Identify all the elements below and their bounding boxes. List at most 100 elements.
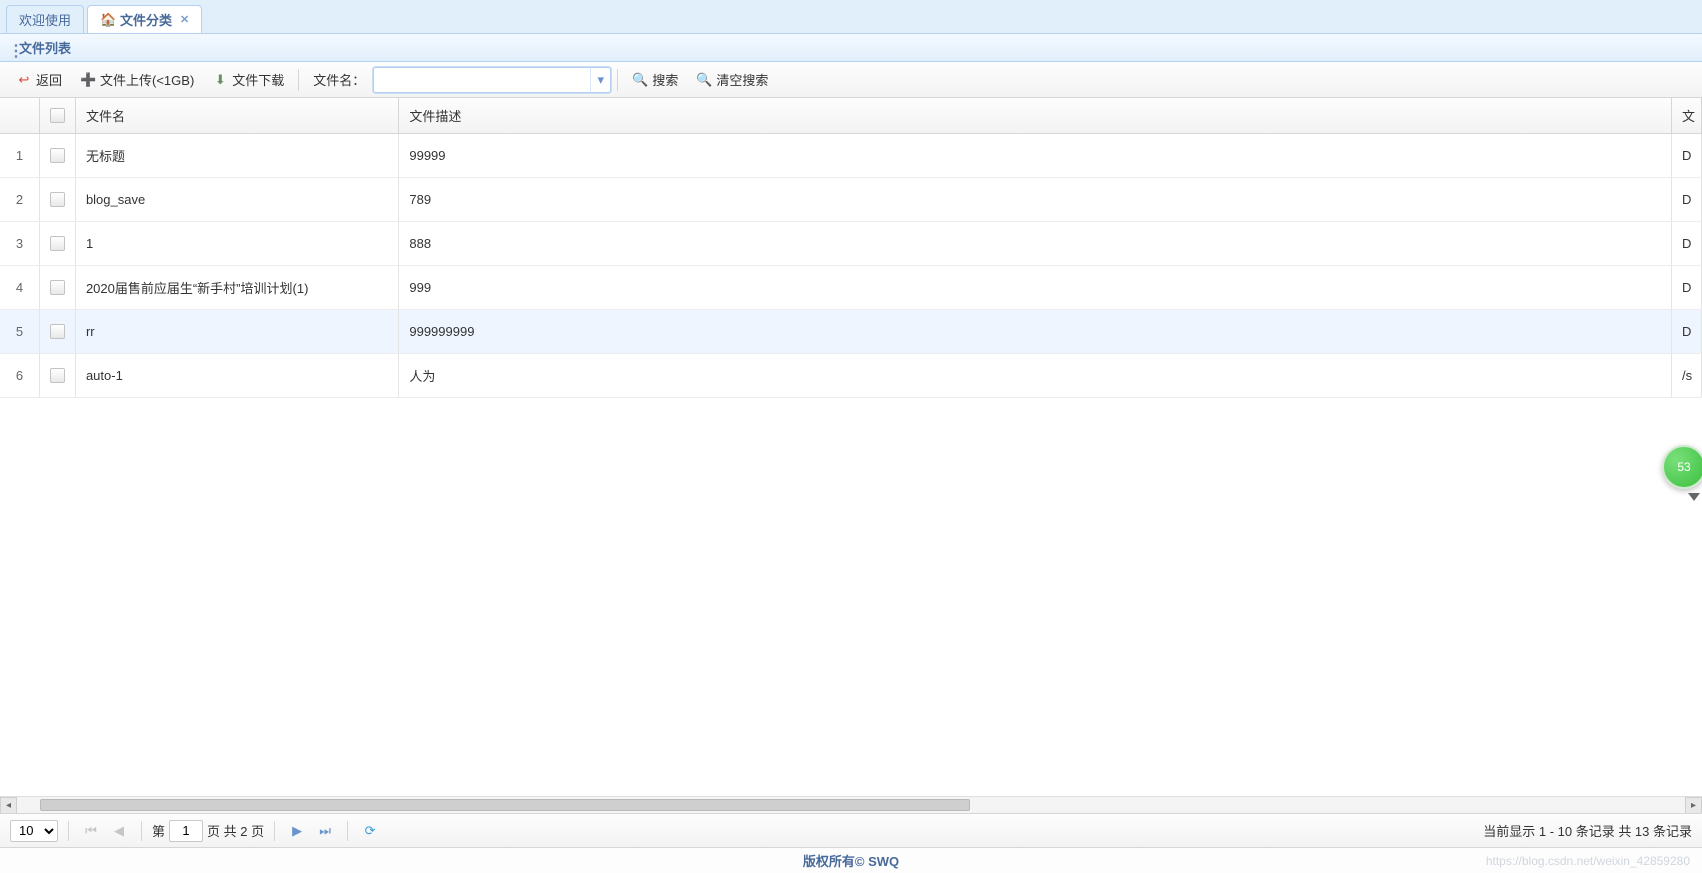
first-page-button[interactable]: ⏮: [79, 819, 103, 843]
row-number: 6: [0, 354, 40, 397]
upload-icon: ➕: [80, 72, 96, 88]
tab-welcome-label: 欢迎使用: [19, 10, 71, 29]
upload-button[interactable]: ➕ 文件上传(<1GB): [72, 67, 202, 92]
grid-header: 文件名 文件描述 文: [0, 98, 1702, 134]
clear-search-icon: 🔍: [696, 72, 712, 88]
separator: [347, 821, 348, 841]
tab-file-category[interactable]: 🏠 文件分类 ✕: [87, 5, 202, 33]
col-header-ext[interactable]: 文: [1672, 98, 1702, 133]
page-label-prefix: 第: [152, 821, 165, 840]
chevron-down-icon[interactable]: ▾: [590, 68, 610, 92]
filename-combo[interactable]: ▾: [373, 67, 611, 93]
back-button[interactable]: ↩ 返回: [8, 67, 70, 92]
horizontal-scrollbar[interactable]: ◂ ▸: [0, 796, 1702, 813]
separator: [298, 69, 299, 91]
page-size-select[interactable]: 10: [10, 820, 58, 842]
col-header-desc[interactable]: 文件描述: [399, 98, 1672, 133]
floating-arrow-icon[interactable]: [1688, 493, 1700, 501]
row-checkbox-cell: [40, 178, 76, 221]
cell-ext: /s: [1672, 354, 1702, 397]
page-label-middle: 页 共 2 页: [207, 821, 264, 840]
table-row[interactable]: 2 blog_save789D: [0, 178, 1702, 222]
row-number: 5: [0, 310, 40, 353]
prev-page-button[interactable]: ◀: [107, 819, 131, 843]
row-checkbox[interactable]: [50, 236, 65, 251]
scroll-thumb[interactable]: [40, 799, 970, 811]
cell-desc: 99999: [399, 134, 1672, 177]
row-checkbox-cell: [40, 222, 76, 265]
floating-badge[interactable]: 53: [1662, 445, 1702, 489]
scroll-right-icon[interactable]: ▸: [1685, 797, 1702, 813]
download-button[interactable]: ⬇ 文件下载: [204, 67, 292, 92]
row-checkbox[interactable]: [50, 192, 65, 207]
page-number-input[interactable]: [169, 820, 203, 842]
refresh-button[interactable]: ⟳: [358, 819, 382, 843]
home-icon: 🏠: [100, 12, 116, 28]
row-checkbox[interactable]: [50, 324, 65, 339]
search-button[interactable]: 🔍 搜索: [624, 67, 686, 92]
download-icon: ⬇: [212, 72, 228, 88]
floating-badge-text: 53: [1677, 460, 1690, 474]
cell-ext: D: [1672, 266, 1702, 309]
row-checkbox[interactable]: [50, 368, 65, 383]
row-checkbox-cell: [40, 266, 76, 309]
filename-label: 文件名：: [313, 70, 365, 89]
close-icon[interactable]: ✕: [180, 13, 189, 26]
cell-ext: D: [1672, 310, 1702, 353]
row-checkbox[interactable]: [50, 280, 65, 295]
back-icon: ↩: [16, 72, 32, 88]
col-rownum: [0, 98, 40, 133]
table-row[interactable]: 6auto-1人为/s: [0, 354, 1702, 398]
row-number: 1: [0, 134, 40, 177]
cell-desc: 999999999: [399, 310, 1672, 353]
cell-desc: 人为: [399, 354, 1672, 397]
download-label: 文件下载: [232, 70, 284, 89]
search-icon: 🔍: [632, 72, 648, 88]
clear-search-button[interactable]: 🔍 清空搜索: [688, 67, 776, 92]
table-row[interactable]: 31888D: [0, 222, 1702, 266]
cell-ext: D: [1672, 178, 1702, 221]
cell-desc: 888: [399, 222, 1672, 265]
filename-input[interactable]: [374, 68, 590, 92]
table-row[interactable]: 5 rr999999999D: [0, 310, 1702, 354]
last-page-button[interactable]: ⏭: [313, 819, 337, 843]
row-number: 4: [0, 266, 40, 309]
separator: [68, 821, 69, 841]
watermark: https://blog.csdn.net/weixin_42859280: [1486, 854, 1690, 868]
cell-name: rr: [76, 310, 399, 353]
row-number: 2: [0, 178, 40, 221]
row-checkbox[interactable]: [50, 148, 65, 163]
cell-name: 无标题: [76, 134, 399, 177]
panel-header: 文件列表: [0, 34, 1702, 62]
footer: 版权所有© SWQ https://blog.csdn.net/weixin_4…: [0, 847, 1702, 873]
scroll-left-icon[interactable]: ◂: [0, 797, 17, 813]
separator: [617, 69, 618, 91]
tabs-bar: 欢迎使用 🏠 文件分类 ✕: [0, 0, 1702, 34]
cell-desc: 789: [399, 178, 1672, 221]
paging-status: 当前显示 1 - 10 条记录 共 13 条记录: [1483, 821, 1692, 840]
row-number: 3: [0, 222, 40, 265]
grid: 文件名 文件描述 文 1无标题99999D2blog_save789D31888…: [0, 98, 1702, 813]
cell-name: blog_save: [76, 178, 399, 221]
panel-title: 文件列表: [19, 38, 71, 57]
next-page-button[interactable]: ▶: [285, 819, 309, 843]
copyright: 版权所有© SWQ: [803, 851, 899, 870]
back-label: 返回: [36, 70, 62, 89]
select-all-checkbox[interactable]: [50, 108, 65, 123]
separator: [274, 821, 275, 841]
drag-handle-icon: [8, 41, 13, 55]
search-label: 搜索: [652, 70, 678, 89]
grid-body: 1无标题99999D2blog_save789D31888D42020届售前应届…: [0, 134, 1702, 796]
app-root: 欢迎使用 🏠 文件分类 ✕ 文件列表 ↩ 返回 ➕ 文件上传(<1GB) ⬇ 文…: [0, 0, 1702, 873]
tab-welcome[interactable]: 欢迎使用: [6, 5, 84, 33]
toolbar: ↩ 返回 ➕ 文件上传(<1GB) ⬇ 文件下载 文件名： ▾ 🔍 搜索 🔍 清…: [0, 62, 1702, 98]
row-checkbox-cell: [40, 134, 76, 177]
cell-name: 1: [76, 222, 399, 265]
separator: [141, 821, 142, 841]
row-checkbox-cell: [40, 310, 76, 353]
col-header-name[interactable]: 文件名: [76, 98, 399, 133]
table-row[interactable]: 1无标题99999D: [0, 134, 1702, 178]
cell-name: 2020届售前应届生“新手村”培训计划(1): [76, 266, 399, 309]
clear-search-label: 清空搜索: [716, 70, 768, 89]
table-row[interactable]: 42020届售前应届生“新手村”培训计划(1)999D: [0, 266, 1702, 310]
